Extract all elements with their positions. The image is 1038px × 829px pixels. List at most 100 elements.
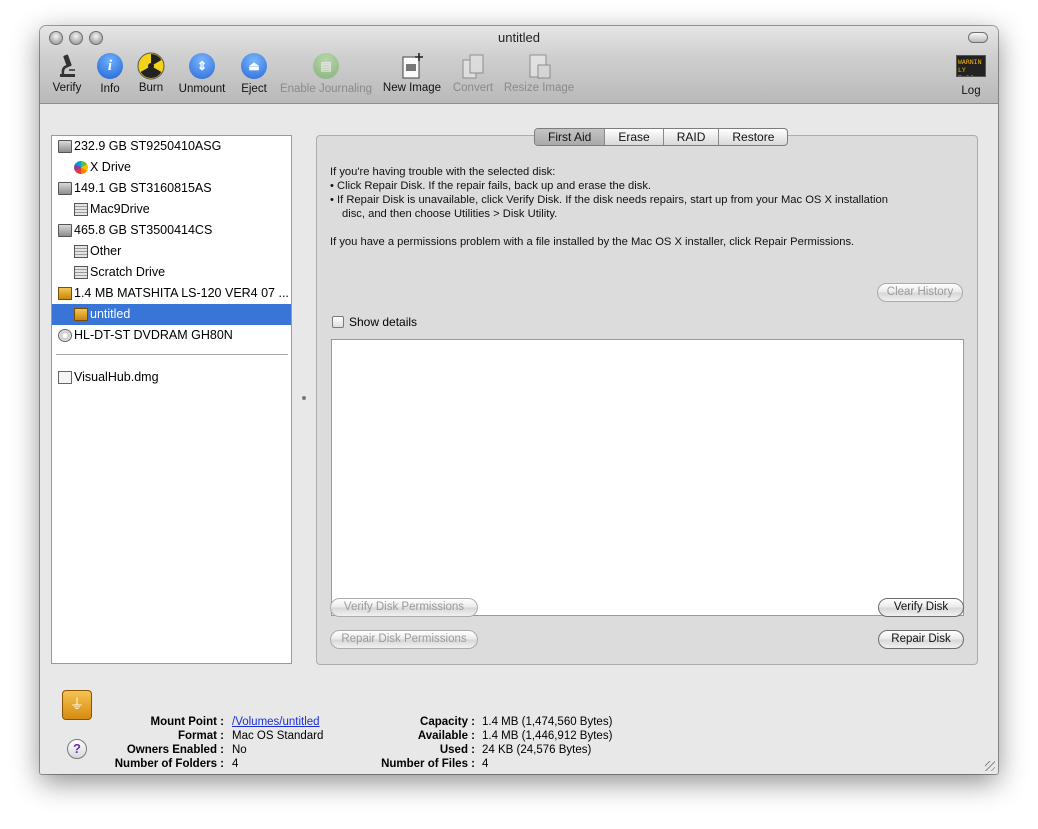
disk-list: 232.9 GB ST9250410ASG X Drive 149.1 GB S… (51, 135, 292, 664)
owners-enabled-value: No (232, 744, 247, 756)
sidebar-item-mac9drive[interactable]: Mac9Drive (52, 199, 291, 220)
main-content: 232.9 GB ST9250410ASG X Drive 149.1 GB S… (40, 105, 998, 774)
sidebar-item-label: Mac9Drive (90, 202, 150, 216)
sidebar-item-disk2[interactable]: 149.1 GB ST3160815AS (52, 178, 291, 199)
number-of-folders-value: 4 (232, 758, 239, 770)
burn-label: Burn (138, 82, 164, 94)
hard-disk-icon (58, 224, 72, 237)
capacity-label: Capacity : (420, 716, 475, 728)
help-text-line: If you're having trouble with the select… (330, 166, 556, 178)
available-label: Available : (417, 730, 475, 742)
hard-disk-icon (58, 182, 72, 195)
mount-point-link[interactable]: /Volumes/untitled (232, 716, 320, 728)
panel-tab-bar: First Aid Erase RAID Restore (534, 128, 789, 146)
convert-toolbar-button[interactable]: Convert (450, 52, 496, 94)
format-value: Mac OS Standard (232, 730, 324, 742)
repair-disk-button[interactable]: Repair Disk (878, 630, 964, 649)
first-aid-panel: If you're having trouble with the select… (316, 135, 978, 665)
optical-drive-icon (58, 329, 72, 342)
help-button[interactable]: ? (67, 739, 87, 759)
unmount-icon: ⇕ (188, 53, 216, 81)
enable-journaling-label: Enable Journaling (279, 83, 373, 95)
tab-raid[interactable]: RAID (662, 129, 719, 145)
disk-image-icon (58, 371, 72, 384)
window-resize-grip[interactable] (985, 761, 995, 771)
sidebar-item-label: 149.1 GB ST3160815AS (74, 181, 212, 195)
log-console-icon: WARNIN LY 7:36 (956, 55, 986, 83)
sidebar-item-label: HL-DT-ST DVDRAM GH80N (74, 328, 233, 342)
show-details-checkbox[interactable] (332, 316, 344, 328)
burn-icon (137, 52, 165, 80)
used-label: Used : (439, 744, 475, 756)
convert-label: Convert (452, 82, 494, 94)
sidebar-item-label: untitled (90, 307, 131, 321)
convert-icon (459, 52, 487, 80)
sidebar-item-scratch-drive[interactable]: Scratch Drive (52, 262, 291, 283)
zip-volume-icon (74, 308, 88, 321)
microscope-icon (53, 52, 81, 80)
capacity-value: 1.4 MB (1,474,560 Bytes) (482, 716, 613, 728)
available-value: 1.4 MB (1,446,912 Bytes) (482, 730, 613, 742)
burn-toolbar-button[interactable]: Burn (136, 52, 166, 94)
volume-icon (74, 245, 88, 258)
verify-disk-button[interactable]: Verify Disk (878, 598, 964, 617)
usb-drive-icon: ⏚ (62, 690, 92, 720)
sidebar-item-dvd-drive[interactable]: HL-DT-ST DVDRAM GH80N (52, 325, 291, 346)
sidebar-item-label: 465.8 GB ST3500414CS (74, 223, 213, 237)
info-toolbar-button[interactable]: i Info (95, 52, 125, 95)
clear-history-button[interactable]: Clear History (877, 283, 963, 302)
title-bar: untitled Verify i Info Burn ⇕ Unmount ⏏ … (40, 26, 998, 104)
log-label: Log (961, 85, 981, 97)
split-view-handle[interactable] (302, 396, 306, 400)
help-text-line: disc, and then choose Utilities > Disk U… (342, 208, 558, 220)
new-image-icon (398, 52, 426, 80)
eject-icon: ⏏ (240, 53, 268, 81)
sidebar-item-label: Other (90, 244, 122, 258)
sidebar-item-untitled[interactable]: untitled (52, 304, 291, 325)
eject-toolbar-button[interactable]: ⏏ Eject (238, 52, 270, 95)
toolbar-toggle-button[interactable] (968, 32, 988, 43)
new-image-toolbar-button[interactable]: New Image (382, 52, 442, 94)
resize-image-toolbar-button[interactable]: Resize Image (502, 52, 576, 94)
help-text-line: If you have a permissions problem with a… (330, 236, 855, 248)
owners-enabled-label: Owners Enabled : (126, 744, 224, 756)
sidebar-item-other[interactable]: Other (52, 241, 291, 262)
enable-journaling-toolbar-button[interactable]: ▤ Enable Journaling (278, 52, 374, 95)
verify-label: Verify (52, 82, 82, 94)
sidebar-item-visualhub-dmg[interactable]: VisualHub.dmg (52, 367, 291, 388)
first-aid-log-view[interactable] (331, 339, 964, 616)
sidebar-item-disk1[interactable]: 232.9 GB ST9250410ASG (52, 136, 291, 157)
sidebar-item-label: 232.9 GB ST9250410ASG (74, 139, 222, 153)
mount-point-label: Mount Point : (150, 716, 224, 728)
tab-erase[interactable]: Erase (604, 129, 662, 145)
repair-disk-permissions-button[interactable]: Repair Disk Permissions (330, 630, 478, 649)
sidebar-item-label: Scratch Drive (90, 265, 166, 279)
log-toolbar-button[interactable]: WARNIN LY 7:36 Log (952, 52, 990, 97)
help-text-line: • Click Repair Disk. If the repair fails… (330, 180, 652, 192)
resize-image-icon (525, 52, 553, 80)
verify-disk-permissions-button[interactable]: Verify Disk Permissions (330, 598, 478, 617)
sidebar-item-disk3[interactable]: 465.8 GB ST3500414CS (52, 220, 291, 241)
help-text-line: • If Repair Disk is unavailable, click V… (330, 194, 888, 206)
zip-disk-icon (58, 287, 72, 300)
apple-volume-icon (74, 161, 88, 174)
sidebar-item-label: 1.4 MB MATSHITA LS-120 VER4 07 ... (74, 286, 289, 300)
new-image-label: New Image (382, 82, 442, 94)
tab-restore[interactable]: Restore (718, 129, 787, 145)
unmount-toolbar-button[interactable]: ⇕ Unmount (176, 52, 228, 95)
sidebar-item-ls120-drive[interactable]: 1.4 MB MATSHITA LS-120 VER4 07 ... (52, 283, 291, 304)
info-icon: i (96, 53, 124, 81)
tab-first-aid[interactable]: First Aid (535, 129, 605, 145)
sidebar-item-x-drive[interactable]: X Drive (52, 157, 291, 178)
format-label: Format : (178, 730, 224, 742)
verify-toolbar-button[interactable]: Verify (49, 52, 85, 94)
eject-label: Eject (241, 83, 267, 95)
volume-icon (74, 266, 88, 279)
volume-icon (74, 203, 88, 216)
hard-disk-icon (58, 140, 72, 153)
number-of-files-label: Number of Files : (381, 758, 475, 770)
used-value: 24 KB (24,576 Bytes) (482, 744, 592, 756)
sidebar-item-label: X Drive (90, 160, 131, 174)
number-of-folders-label: Number of Folders : (114, 758, 224, 770)
resize-image-label: Resize Image (503, 82, 575, 94)
